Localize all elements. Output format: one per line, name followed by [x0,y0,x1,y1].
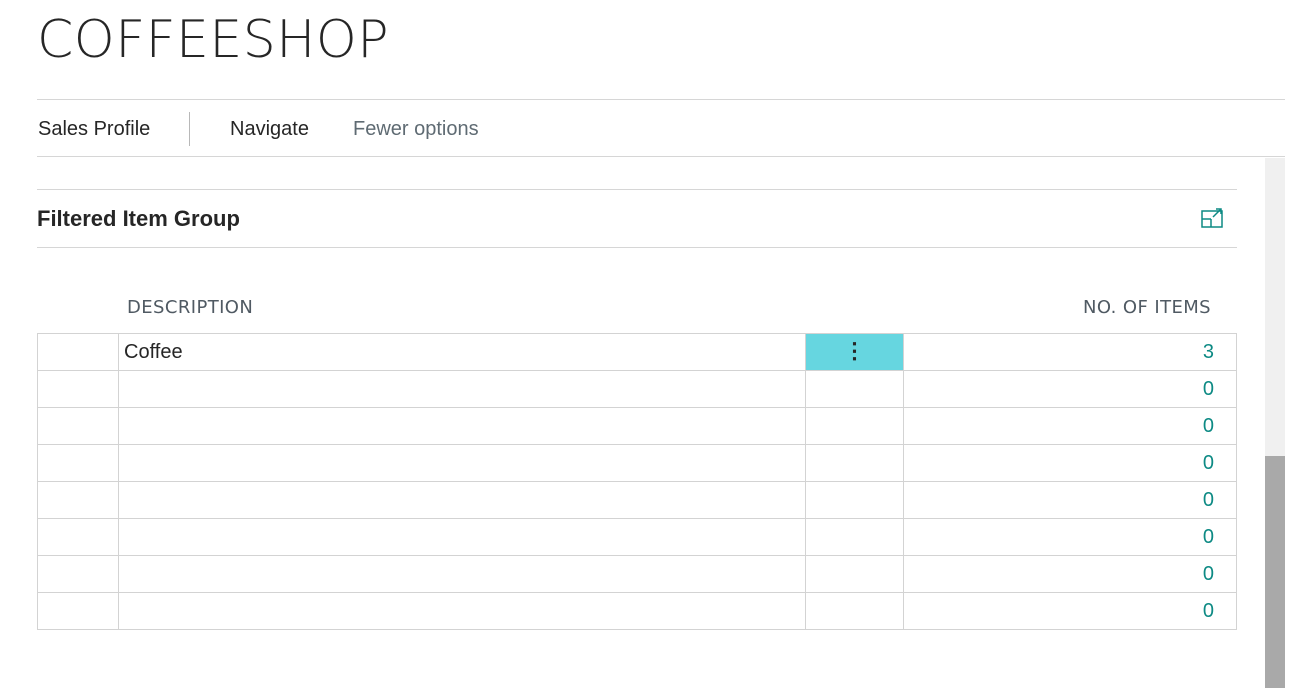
row-selector[interactable] [37,555,119,593]
item-group-table: Coffee ⋮ 3 0 0 0 0 0 0 0 [37,333,1237,630]
description-cell[interactable] [118,444,806,482]
no-of-items-cell[interactable]: 0 [903,481,1237,519]
fewer-options-action[interactable]: Fewer options [353,118,479,141]
row-menu-cell[interactable] [805,518,904,556]
navigate-action[interactable]: Navigate [230,118,309,141]
row-selector[interactable] [37,444,119,482]
page-title: COFFEESHOP [37,10,390,70]
table-row[interactable]: Coffee ⋮ 3 [37,333,1237,371]
row-menu-cell[interactable] [805,481,904,519]
part-header: Filtered Item Group [37,190,1237,248]
no-of-items-cell[interactable]: 0 [903,592,1237,630]
row-selector[interactable] [37,333,119,371]
table-row[interactable]: 0 [37,407,1237,445]
row-menu-cell[interactable] [805,555,904,593]
description-cell[interactable]: Coffee [118,333,806,371]
table-row[interactable]: 0 [37,518,1237,556]
action-divider [189,112,190,146]
no-of-items-cell[interactable]: 0 [903,444,1237,482]
description-cell[interactable] [118,518,806,556]
row-menu-cell[interactable] [805,370,904,408]
table-row[interactable]: 0 [37,444,1237,482]
row-menu-cell[interactable] [805,407,904,445]
vertical-scrollbar-thumb[interactable] [1265,456,1285,688]
description-cell[interactable] [118,481,806,519]
row-selector[interactable] [37,592,119,630]
row-menu-cell[interactable] [805,592,904,630]
description-cell[interactable] [118,370,806,408]
no-of-items-cell[interactable]: 0 [903,370,1237,408]
row-selector[interactable] [37,518,119,556]
row-selector[interactable] [37,370,119,408]
row-menu-cell[interactable] [805,444,904,482]
action-bar: Sales Profile Navigate Fewer options [37,99,1285,157]
no-of-items-cell[interactable]: 0 [903,407,1237,445]
table-row[interactable]: 0 [37,370,1237,408]
table-row[interactable]: 0 [37,481,1237,519]
column-header-description[interactable]: DESCRIPTION [127,297,253,318]
no-of-items-cell[interactable]: 0 [903,555,1237,593]
row-selector[interactable] [37,481,119,519]
table-row[interactable]: 0 [37,555,1237,593]
expand-icon[interactable] [1201,208,1223,228]
more-vertical-icon[interactable]: ⋮ [844,338,866,363]
row-selector[interactable] [37,407,119,445]
description-cell[interactable] [118,592,806,630]
column-header-no-of-items[interactable]: NO. OF ITEMS [1083,297,1211,318]
no-of-items-cell[interactable]: 3 [903,333,1237,371]
description-cell[interactable] [118,555,806,593]
table-row[interactable]: 0 [37,592,1237,630]
description-cell[interactable] [118,407,806,445]
part-title: Filtered Item Group [37,206,240,231]
no-of-items-cell[interactable]: 0 [903,518,1237,556]
row-menu-cell[interactable]: ⋮ [805,333,904,371]
sales-profile-action[interactable]: Sales Profile [38,118,150,141]
